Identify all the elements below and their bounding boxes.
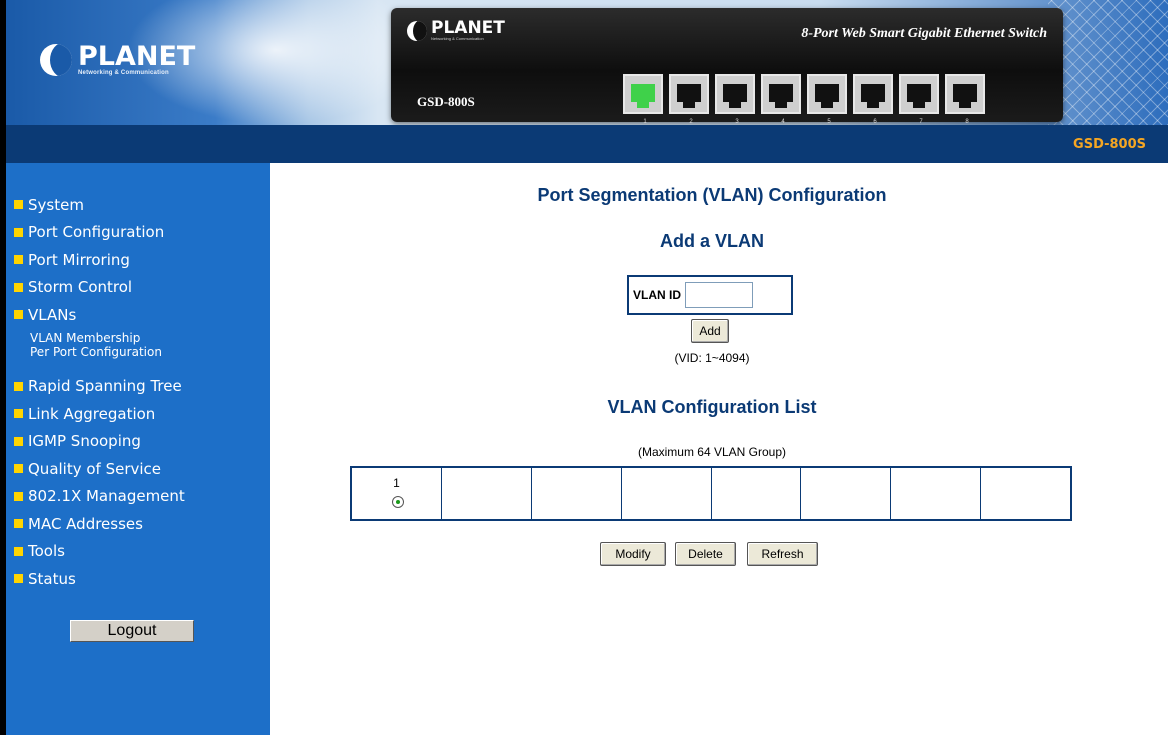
sidebar-item-rapid-spanning-tree[interactable]: Rapid Spanning Tree bbox=[14, 373, 185, 401]
vlan-cell bbox=[712, 468, 802, 519]
sidebar: System Port Configuration Port Mirroring… bbox=[0, 163, 270, 735]
sidebar-item-8021x-management[interactable]: 802.1X Management bbox=[14, 483, 185, 511]
sidebar-item-port-configuration[interactable]: Port Configuration bbox=[14, 219, 185, 247]
port-6-icon[interactable]: 6 bbox=[853, 74, 893, 125]
bullet-icon bbox=[14, 381, 23, 391]
device-model-label: GSD-800S bbox=[417, 94, 475, 109]
sidebar-item-tools[interactable]: Tools bbox=[14, 538, 185, 566]
vlan-submenu: VLAN Membership Per Port Configuration bbox=[14, 331, 185, 359]
vlan-cell: 1 bbox=[352, 468, 442, 519]
port-7-icon[interactable]: 7 bbox=[899, 74, 939, 125]
port-1-icon[interactable]: 1 bbox=[623, 74, 663, 125]
sidebar-item-label: VLANs bbox=[28, 305, 77, 324]
page-title: Port Segmentation (VLAN) Configuration bbox=[537, 185, 887, 205]
model-band: GSD-800S bbox=[0, 125, 1168, 163]
main-content: Port Segmentation (VLAN) Configuration A… bbox=[270, 163, 1168, 735]
sidebar-item-label: Tools bbox=[28, 542, 65, 561]
bullet-icon bbox=[14, 574, 23, 584]
port-8-icon[interactable]: 8 bbox=[945, 74, 985, 125]
bullet-icon bbox=[14, 200, 23, 210]
vlan-cell bbox=[891, 468, 982, 519]
vlan-cell bbox=[532, 468, 622, 519]
sidebar-item-label: Link Aggregation bbox=[28, 404, 156, 423]
bullet-icon bbox=[14, 255, 23, 265]
planet-logo: PLANET Networking & Communication bbox=[40, 41, 196, 76]
vlan-cell bbox=[981, 468, 1070, 519]
banner-grid-decoration bbox=[1048, 0, 1168, 125]
sidebar-item-mac-addresses[interactable]: MAC Addresses bbox=[14, 510, 185, 538]
sidebar-item-label: MAC Addresses bbox=[28, 514, 143, 533]
bullet-icon bbox=[14, 491, 23, 501]
vlan-id-value: 1 bbox=[393, 476, 400, 490]
sidebar-item-port-mirroring[interactable]: Port Mirroring bbox=[14, 246, 185, 274]
vlan-list-table: 1 bbox=[350, 466, 1072, 521]
band-model-label: GSD-800S bbox=[1073, 137, 1146, 152]
bullet-icon bbox=[14, 464, 23, 474]
vlan-id-label: VLAN ID bbox=[633, 288, 681, 302]
sidebar-item-status[interactable]: Status bbox=[14, 565, 185, 593]
bullet-icon bbox=[14, 227, 23, 237]
sidebar-item-label: IGMP Snooping bbox=[28, 432, 141, 451]
sidebar-item-label: System bbox=[28, 195, 84, 214]
vlan-list-title: VLAN Configuration List bbox=[607, 397, 817, 417]
device-logo: PLANET Networking & Communication bbox=[407, 20, 505, 41]
sidebar-item-label: Rapid Spanning Tree bbox=[28, 377, 182, 396]
sidebar-item-storm-control[interactable]: Storm Control bbox=[14, 274, 185, 302]
bullet-icon bbox=[14, 282, 23, 292]
vlan-cell bbox=[801, 468, 892, 519]
port-2-icon[interactable]: 2 bbox=[669, 74, 709, 125]
sidebar-item-label: Port Mirroring bbox=[28, 250, 130, 269]
port-5-icon[interactable]: 5 bbox=[807, 74, 847, 125]
bullet-icon bbox=[14, 546, 23, 556]
sidebar-item-label: Status bbox=[28, 569, 76, 588]
vlan-id-box: VLAN ID bbox=[627, 275, 793, 315]
vid-hint: (VID: 1~4094) bbox=[674, 351, 750, 365]
sidebar-item-label: Quality of Service bbox=[28, 459, 162, 478]
bullet-icon bbox=[14, 436, 23, 446]
logout-button[interactable]: Logout bbox=[70, 620, 194, 642]
sidebar-item-label: 802.1X Management bbox=[28, 487, 185, 506]
vlan-cell bbox=[622, 468, 712, 519]
sidebar-item-vlans[interactable]: VLANs bbox=[14, 301, 185, 329]
bullet-icon bbox=[14, 519, 23, 529]
vlan-select-radio[interactable] bbox=[392, 496, 404, 508]
sidebar-subitem-per-port-configuration[interactable]: Per Port Configuration bbox=[14, 345, 185, 359]
device-logo-word: PLANET bbox=[431, 18, 505, 38]
sidebar-item-system[interactable]: System bbox=[14, 191, 185, 219]
logo-word: PLANET bbox=[78, 41, 196, 72]
vlan-id-input[interactable] bbox=[685, 282, 753, 308]
add-vlan-title: Add a VLAN bbox=[659, 231, 764, 251]
sidebar-item-label: Port Configuration bbox=[28, 223, 165, 242]
bullet-icon bbox=[14, 409, 23, 419]
refresh-button[interactable]: Refresh bbox=[747, 542, 818, 566]
sidebar-item-label: Storm Control bbox=[28, 278, 133, 297]
port-4-icon[interactable]: 4 bbox=[761, 74, 801, 125]
vlan-cell bbox=[442, 468, 532, 519]
max-vlan-hint: (Maximum 64 VLAN Group) bbox=[637, 445, 787, 459]
device-logo-mark-icon bbox=[407, 20, 427, 41]
device-title: 8-Port Web Smart Gigabit Ethernet Switch bbox=[801, 26, 1047, 41]
delete-button[interactable]: Delete bbox=[675, 542, 736, 566]
port-panel: 1 2 3 4 5 6 7 8 bbox=[623, 74, 985, 125]
sidebar-item-link-aggregation[interactable]: Link Aggregation bbox=[14, 400, 185, 428]
sidebar-subitem-vlan-membership[interactable]: VLAN Membership bbox=[14, 331, 185, 345]
logo-mark-icon bbox=[40, 44, 72, 76]
port-3-icon[interactable]: 3 bbox=[715, 74, 755, 125]
bullet-icon bbox=[14, 310, 23, 320]
add-button[interactable]: Add bbox=[691, 319, 729, 343]
sidebar-item-igmp-snooping[interactable]: IGMP Snooping bbox=[14, 428, 185, 456]
header-banner: PLANET Networking & Communication PLANET… bbox=[0, 0, 1168, 125]
modify-button[interactable]: Modify bbox=[600, 542, 666, 566]
device-front-panel: PLANET Networking & Communication 8-Port… bbox=[391, 8, 1063, 125]
sidebar-nav: System Port Configuration Port Mirroring… bbox=[14, 191, 185, 593]
sidebar-item-quality-of-service[interactable]: Quality of Service bbox=[14, 455, 185, 483]
